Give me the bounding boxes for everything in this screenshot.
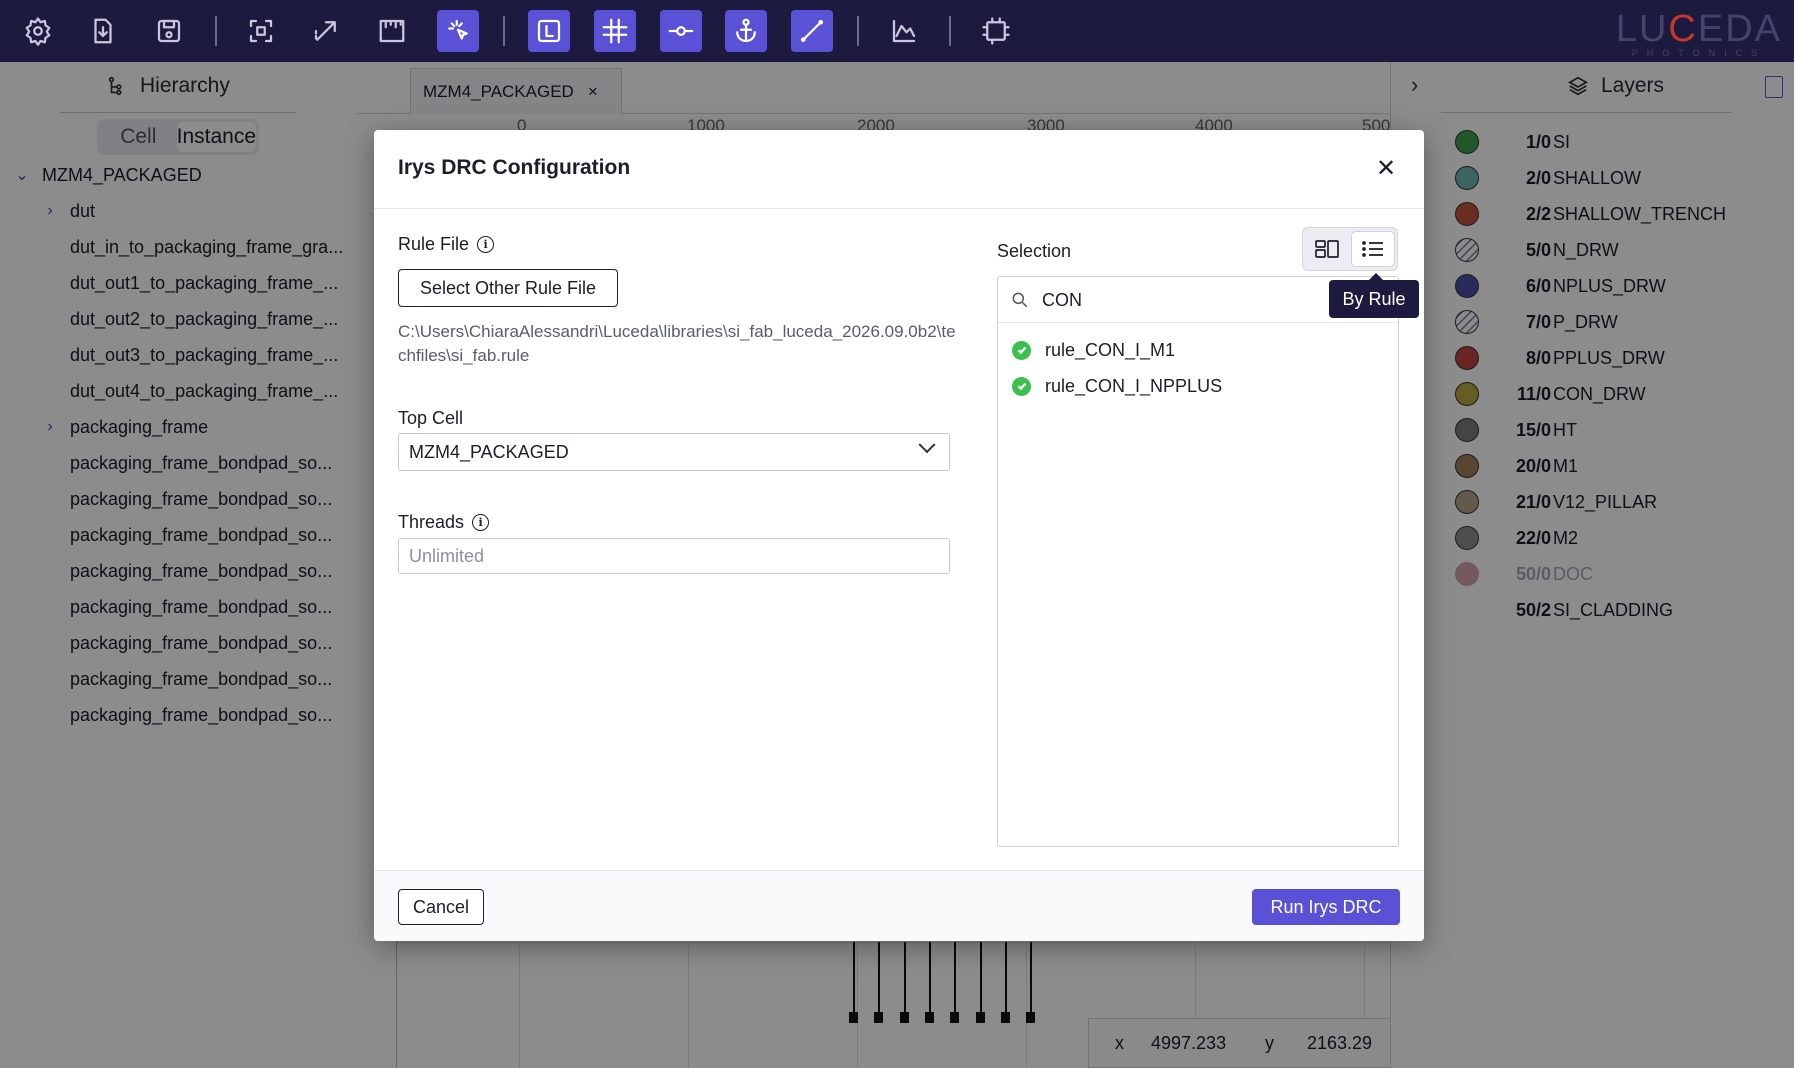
logo-subtext: PHOTONICS — [1631, 48, 1767, 58]
drc-config-dialog: Irys DRC Configuration ✕ Rule File i Sel… — [374, 130, 1424, 941]
port-icon[interactable] — [660, 10, 702, 52]
import-icon[interactable] — [82, 10, 124, 52]
select-rule-file-button[interactable]: Select Other Rule File — [398, 269, 618, 307]
dialog-footer: Cancel Run Irys DRC — [374, 870, 1424, 941]
rule-selection-list: rule_CON_I_M1 rule_CON_I_NPPLUS — [997, 276, 1399, 847]
check-circle-icon[interactable] — [1012, 340, 1031, 360]
selection-label-text: Selection — [997, 241, 1072, 261]
rule-file-label-text: Rule File — [398, 234, 470, 254]
toolbar-separator — [215, 16, 217, 46]
threads-label: Threads i — [398, 512, 490, 533]
select-icon[interactable] — [437, 10, 479, 52]
toolbar-separator — [503, 16, 505, 46]
luceda-logo: LUCEDA PHOTONICS — [1616, 10, 1782, 58]
rule-name: rule_CON_I_M1 — [1045, 339, 1176, 360]
anchor-icon[interactable] — [725, 10, 767, 52]
rule-file-label: Rule File i — [398, 234, 495, 255]
info-icon[interactable]: i — [472, 514, 490, 531]
waveguide-icon[interactable] — [791, 10, 833, 52]
dialog-header: Irys DRC Configuration ✕ — [374, 130, 1424, 209]
toolbar-separator — [857, 16, 859, 46]
info-icon[interactable]: i — [477, 236, 495, 253]
top-cell-label-text: Top Cell — [398, 408, 464, 428]
selection-view-toggle — [1302, 227, 1398, 271]
logo-text: LUCEDA — [1615, 8, 1782, 50]
fit-view-icon[interactable] — [240, 10, 282, 52]
rule-item[interactable]: rule_CON_I_M1 — [1012, 335, 1175, 365]
chevron-down-icon — [918, 436, 936, 454]
top-cell-select[interactable]: MZM4_PACKAGED — [398, 433, 950, 471]
group-view-icon[interactable] — [1305, 231, 1349, 267]
cancel-button[interactable]: Cancel — [398, 889, 484, 925]
rule-name: rule_CON_I_NPPLUS — [1045, 375, 1223, 396]
rule-file-path: C:\Users\ChiaraAlessandri\Luceda\librari… — [398, 322, 956, 365]
rule-search-input[interactable] — [1042, 285, 1342, 315]
threads-label-text: Threads — [398, 512, 465, 532]
drc-icon[interactable] — [975, 10, 1017, 52]
top-toolbar: LUCEDA PHOTONICS — [0, 0, 1794, 62]
toolbar-separator — [949, 16, 951, 46]
by-rule-tooltip: By Rule — [1329, 273, 1419, 318]
save-icon[interactable] — [148, 10, 190, 52]
route-icon[interactable] — [305, 10, 347, 52]
ruler-icon[interactable] — [371, 10, 413, 52]
run-drc-button[interactable]: Run Irys DRC — [1252, 889, 1400, 925]
selection-label: Selection — [997, 241, 1071, 262]
check-circle-icon[interactable] — [1012, 376, 1031, 396]
top-cell-label: Top Cell — [398, 408, 463, 429]
grid-icon[interactable] — [594, 10, 636, 52]
rule-item[interactable]: rule_CON_I_NPPLUS — [1012, 371, 1222, 401]
search-icon — [1012, 292, 1028, 308]
settings-icon[interactable] — [17, 10, 59, 52]
dialog-title: Irys DRC Configuration — [398, 156, 631, 179]
close-icon[interactable]: ✕ — [1372, 154, 1400, 182]
layer-l-icon[interactable] — [528, 10, 570, 52]
threads-input[interactable] — [398, 538, 950, 574]
chart-icon[interactable] — [883, 10, 925, 52]
list-view-icon[interactable] — [1351, 231, 1395, 267]
top-cell-value: MZM4_PACKAGED — [409, 441, 569, 462]
